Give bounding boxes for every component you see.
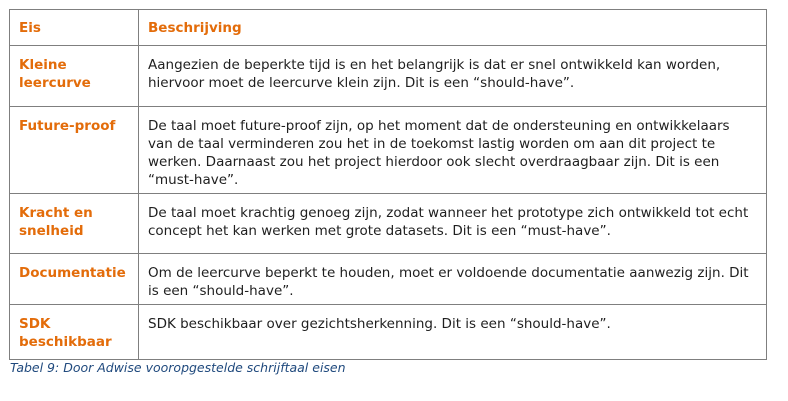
requirements-table: Eis Beschrijving Kleine leercurve Aangez… [9, 9, 767, 360]
header-requirement: Eis [9, 9, 139, 46]
header-description: Beschrijving [138, 9, 767, 46]
requirement-description: Om de leercurve beperkt te houden, moet … [138, 253, 767, 305]
requirement-name: SDK beschikbaar [9, 304, 139, 360]
requirement-name: Kleine leercurve [9, 45, 139, 107]
table-caption: Tabel 9: Door Adwise vooropgestelde schr… [10, 360, 346, 375]
requirement-name: Future-proof [9, 106, 139, 194]
requirement-description: De taal moet future-proof zijn, op het m… [138, 106, 767, 194]
requirement-name: Kracht en snelheid [9, 193, 139, 254]
table-row: Kleine leercurve Aangezien de beperkte t… [9, 45, 767, 107]
requirement-description: Aangezien de beperkte tijd is en het bel… [138, 45, 767, 107]
table-row: SDK beschikbaar SDK beschikbaar over gez… [9, 304, 767, 360]
requirement-description: De taal moet krachtig genoeg zijn, zodat… [138, 193, 767, 254]
table-row: Kracht en snelheid De taal moet krachtig… [9, 193, 767, 254]
table-row: Future-proof De taal moet future-proof z… [9, 106, 767, 194]
table-header-row: Eis Beschrijving [9, 9, 767, 46]
requirement-description: SDK beschikbaar over gezichtsherkenning.… [138, 304, 767, 360]
table-row: Documentatie Om de leercurve beperkt te … [9, 253, 767, 305]
requirement-name: Documentatie [9, 253, 139, 305]
